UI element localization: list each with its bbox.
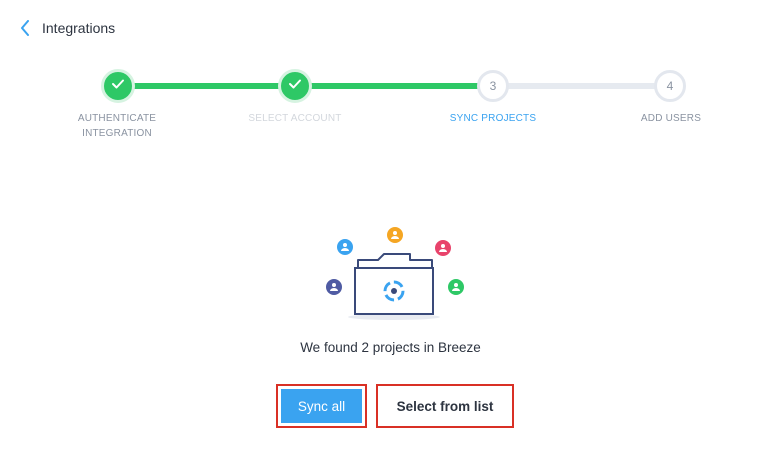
page-header: Integrations <box>20 17 115 39</box>
step-1-node <box>101 69 135 103</box>
select-from-list-button[interactable]: Select from list <box>376 384 514 428</box>
step-4-node: 4 <box>654 70 686 102</box>
chevron-left-icon <box>20 20 30 36</box>
checkmark-icon <box>288 77 302 95</box>
sync-all-label: Sync all <box>281 389 362 423</box>
projects-found-message: We found 2 projects in Breeze <box>300 340 481 355</box>
back-button[interactable] <box>20 20 30 36</box>
step-3-node: 3 <box>477 70 509 102</box>
step-4-label: ADD USERS <box>640 113 702 124</box>
step-1-label: AUTHENTICATE INTEGRATION <box>77 113 157 139</box>
step-3-label: SYNC PROJECTS <box>449 113 537 124</box>
progress-stepper: 3 4 AUTHENTICATE INTEGRATION SELECT ACCOU… <box>0 67 781 147</box>
sync-all-button[interactable]: Sync all <box>276 384 367 428</box>
checkmark-icon <box>111 77 125 95</box>
page-title: Integrations <box>42 20 116 36</box>
stepper-track-pending <box>493 83 670 89</box>
actions-row: Sync all Select from list <box>0 384 781 428</box>
step-2-node <box>278 69 312 103</box>
step-2-label: SELECT ACCOUNT <box>248 113 342 124</box>
folder-with-users-icon <box>318 222 468 324</box>
step-4-number: 4 <box>666 79 674 93</box>
step-3-number: 3 <box>489 79 497 93</box>
